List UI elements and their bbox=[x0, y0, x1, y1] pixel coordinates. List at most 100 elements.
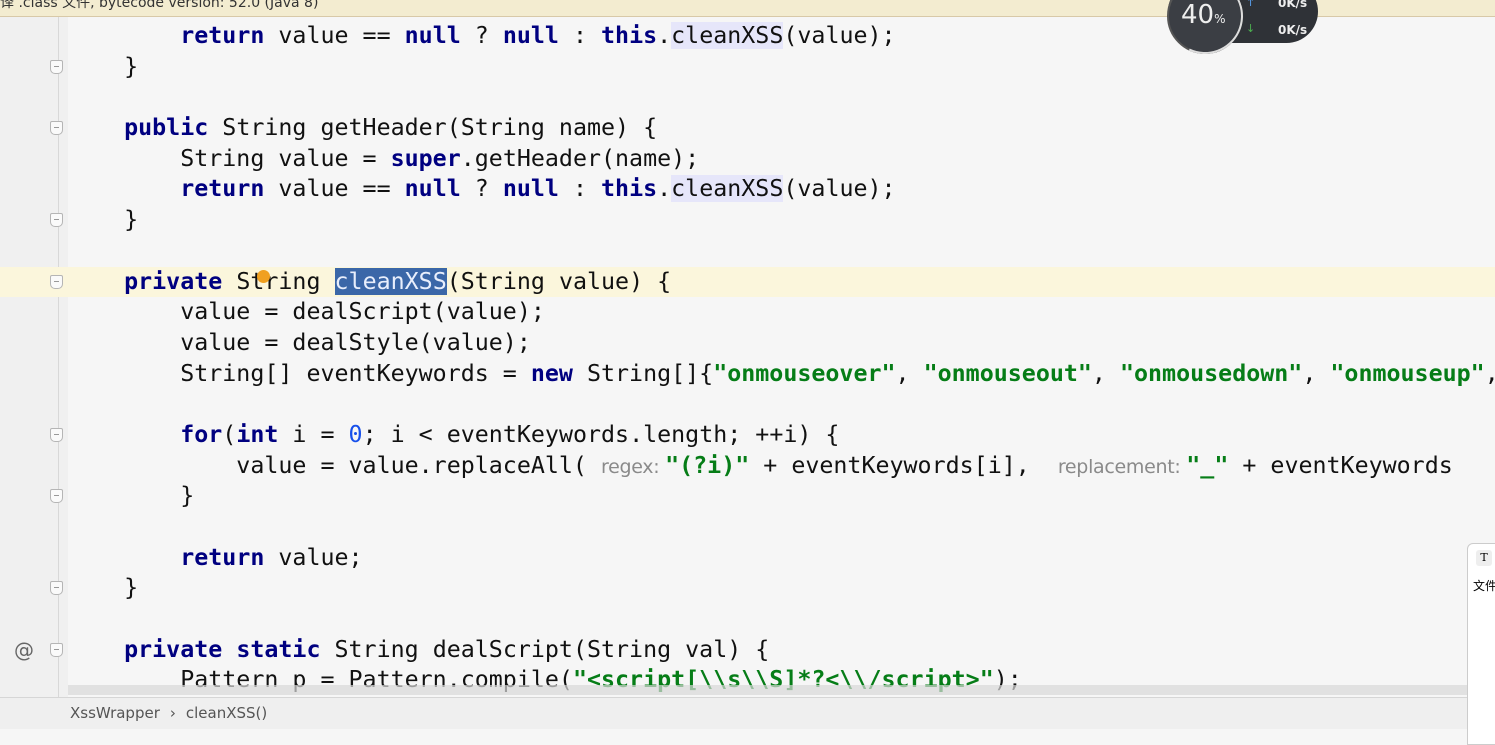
keyword-token: super bbox=[390, 144, 461, 172]
code-text: } bbox=[68, 573, 138, 604]
upload-arrow-icon: ↑ bbox=[1246, 0, 1256, 9]
code-token: , bbox=[1485, 360, 1495, 387]
horizontal-scrollbar[interactable] bbox=[68, 685, 1468, 695]
code-line[interactable]: String value = super.getHeader(name); bbox=[0, 144, 1495, 175]
usage-highlight: cleanXSS bbox=[671, 175, 784, 203]
upload-speed: 0K/s bbox=[1278, 0, 1308, 10]
code-line[interactable] bbox=[0, 389, 1495, 420]
parameter-hint: regex: bbox=[601, 455, 666, 478]
keyword-token: this bbox=[601, 175, 658, 203]
fold-marker-icon[interactable] bbox=[50, 581, 63, 596]
code-token: ? bbox=[460, 22, 503, 49]
keyword-token: new bbox=[530, 359, 573, 387]
code-token: , bbox=[895, 359, 924, 387]
fold-marker-icon[interactable] bbox=[50, 213, 63, 228]
keyword-token: null bbox=[404, 175, 461, 203]
code-token: : bbox=[558, 22, 602, 49]
code-text: private String cleanXSS(String value) { bbox=[68, 267, 671, 298]
fold-marker-icon[interactable] bbox=[50, 274, 63, 289]
keyword-token: return bbox=[180, 543, 265, 571]
text-icon[interactable]: T bbox=[1476, 550, 1492, 566]
code-line[interactable]: value = dealStyle(value); bbox=[0, 328, 1495, 359]
keyword-token: public bbox=[124, 114, 209, 142]
code-text: private static String dealScript(String … bbox=[68, 635, 769, 666]
number-token: 0 bbox=[348, 420, 363, 448]
selected-text: cleanXSS bbox=[334, 267, 447, 295]
breadcrumb-class[interactable]: XssWrapper bbox=[70, 704, 160, 722]
annotation-marker-icon[interactable]: @ bbox=[14, 635, 34, 666]
keyword-token: this bbox=[601, 22, 658, 49]
code-text: return value == null ? null : this.clean… bbox=[68, 174, 896, 205]
breadcrumb-separator: › bbox=[169, 704, 176, 722]
keyword-token: null bbox=[404, 22, 461, 49]
code-text: String[] eventKeywords = new String[]{"o… bbox=[68, 359, 1495, 390]
code-line[interactable] bbox=[0, 604, 1495, 635]
string-token: "onmouseover" bbox=[713, 359, 896, 387]
string-token: "_" bbox=[1186, 451, 1229, 479]
code-token: ( bbox=[222, 420, 237, 448]
code-line[interactable]: for(int i = 0; i < eventKeywords.length;… bbox=[0, 420, 1495, 451]
code-line[interactable]: private String cleanXSS(String value) { bbox=[0, 266, 1495, 298]
code-line[interactable]: value = dealScript(value); bbox=[0, 297, 1495, 328]
code-line[interactable]: String[] eventKeywords = new String[]{"o… bbox=[0, 359, 1495, 390]
code-token: } bbox=[68, 206, 139, 234]
fold-marker-icon[interactable] bbox=[50, 427, 63, 442]
code-token: String[] eventKeywords = bbox=[68, 359, 531, 387]
code-token: : bbox=[558, 175, 602, 203]
code-token: (String value) { bbox=[446, 267, 672, 295]
breadcrumb-method[interactable]: cleanXSS() bbox=[186, 704, 267, 722]
string-token: "onmousedown" bbox=[1119, 359, 1303, 387]
code-line[interactable] bbox=[0, 236, 1495, 267]
fold-marker-icon[interactable] bbox=[50, 59, 63, 74]
code-token: value == bbox=[264, 22, 405, 49]
fold-marker-icon[interactable] bbox=[50, 489, 63, 504]
side-popup-panel[interactable]: T 文件 bbox=[1467, 543, 1495, 745]
fold-marker-icon[interactable] bbox=[50, 121, 63, 136]
breadcrumb: XssWrapper › cleanXSS() bbox=[70, 704, 277, 722]
code-line[interactable]: public String getHeader(String name) { bbox=[0, 113, 1495, 144]
code-token: String[]{ bbox=[572, 359, 714, 387]
code-line[interactable] bbox=[0, 82, 1495, 113]
code-line[interactable]: @ private static String dealScript(Strin… bbox=[0, 635, 1495, 666]
code-text: value = dealScript(value); bbox=[68, 297, 545, 328]
keyword-token: return bbox=[180, 175, 265, 203]
code-line[interactable]: value = value.replaceAll( regex: "(?i)" … bbox=[0, 451, 1495, 482]
code-token: . bbox=[657, 22, 672, 49]
code-token: , bbox=[1091, 359, 1120, 387]
code-token: (value); bbox=[783, 22, 896, 49]
code-token: value = dealStyle(value); bbox=[68, 328, 531, 356]
code-line[interactable]: } bbox=[0, 481, 1495, 512]
breakpoint-icon[interactable] bbox=[257, 270, 270, 283]
keyword-token: return bbox=[180, 22, 265, 49]
code-editor[interactable]: return value == null ? null : this.clean… bbox=[0, 21, 1495, 696]
code-line[interactable]: return value == null ? null : this.clean… bbox=[0, 174, 1495, 205]
code-line[interactable]: } bbox=[0, 573, 1495, 604]
code-line[interactable]: } bbox=[0, 205, 1495, 236]
code-text: } bbox=[68, 481, 194, 512]
keyword-token: private bbox=[124, 267, 223, 295]
code-token: } bbox=[68, 482, 195, 510]
code-line[interactable] bbox=[0, 512, 1495, 543]
keyword-token: int bbox=[236, 420, 279, 448]
code-line[interactable]: } bbox=[0, 52, 1495, 83]
code-text: } bbox=[68, 52, 138, 83]
code-token: String bbox=[222, 267, 335, 295]
cpu-percent-value: 40 bbox=[1181, 0, 1215, 30]
code-text: String value = super.getHeader(name); bbox=[68, 144, 699, 175]
code-token: String getHeader(String name) { bbox=[208, 114, 658, 142]
cpu-percent: 40% bbox=[1181, 0, 1226, 30]
code-token: + eventKeywords bbox=[1228, 451, 1453, 479]
usage-highlight: cleanXSS bbox=[671, 22, 784, 49]
fold-marker-icon[interactable] bbox=[50, 642, 63, 657]
code-token: value == bbox=[264, 175, 405, 203]
download-arrow-icon: ↓ bbox=[1246, 22, 1256, 35]
code-token: . bbox=[657, 175, 672, 203]
code-text: value = value.replaceAll( regex: "(?i)" … bbox=[68, 451, 1453, 483]
code-text: return value; bbox=[68, 543, 362, 574]
code-text: public String getHeader(String name) { bbox=[68, 113, 657, 144]
code-token: ? bbox=[460, 175, 503, 203]
code-line[interactable]: return value; bbox=[0, 543, 1495, 574]
